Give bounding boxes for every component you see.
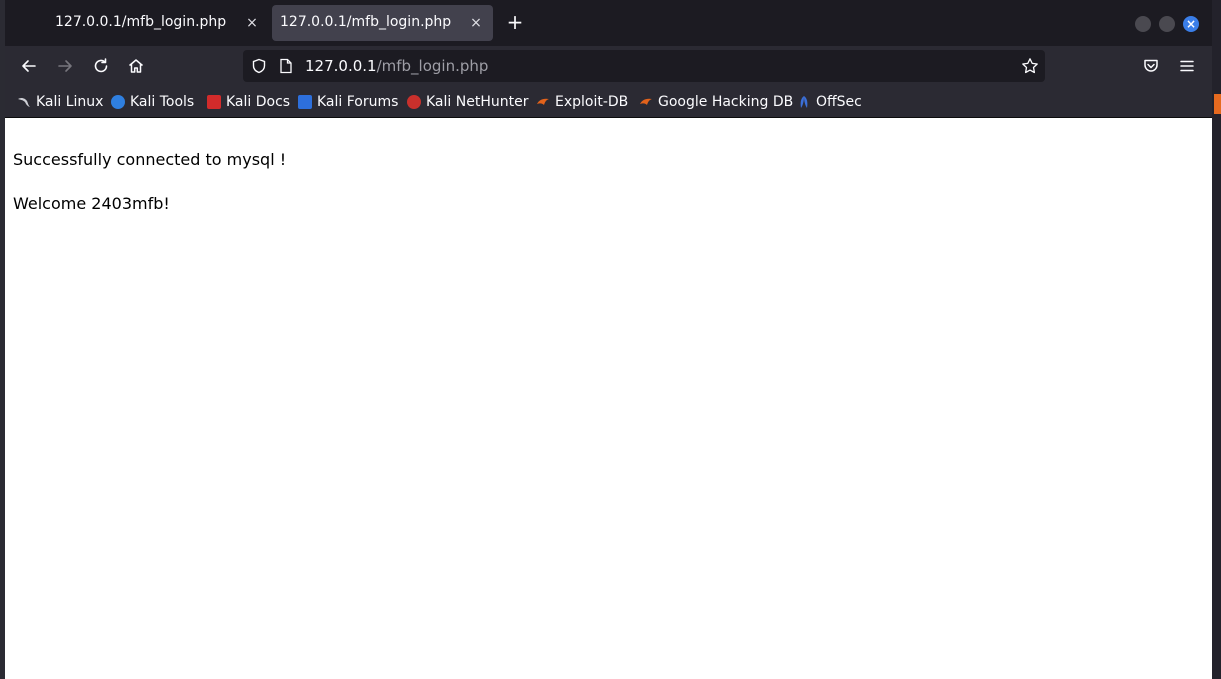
bookmark-kali-nethunter[interactable]: Kali NetHunter [407,92,528,112]
minimize-button[interactable] [1135,16,1151,32]
bookmark-label: Kali NetHunter [426,94,529,110]
bookmark-kali-tools[interactable]: Kali Tools [111,92,194,112]
welcome-text: Welcome 2403mfb! [13,194,170,213]
bookmark-kali-linux[interactable]: Kali Linux [17,92,103,112]
bookmark-label: OffSec [816,94,862,110]
bookmark-kali-forums[interactable]: Kali Forums [298,92,398,112]
app-menu-button[interactable] [1173,52,1201,80]
back-arrow-icon [22,60,36,72]
reload-button[interactable] [87,52,115,80]
desktop-accent [1214,94,1221,114]
forward-button[interactable] [51,52,79,80]
bookmarks-toolbar: Kali Linux Kali Tools Kali Docs Kali For… [5,86,1212,118]
tab-close-icon[interactable]: × [465,12,487,34]
tab-title: 127.0.0.1/mfb_login.php [280,14,452,30]
desktop-edge-right [1212,0,1221,679]
exploit-db-icon [536,95,550,109]
bookmark-exploit-db[interactable]: Exploit-DB [536,92,628,112]
bookmark-label: Kali Tools [130,94,195,110]
pocket-button[interactable] [1137,52,1165,80]
bookmark-label: Kali Linux [36,94,104,110]
pocket-icon [1144,59,1158,72]
nethunter-icon [407,95,421,109]
forward-arrow-icon [58,60,72,72]
tab-1[interactable]: 127.0.0.1/mfb_login.php × [47,5,269,41]
ghdb-icon [639,95,653,109]
page-info-icon[interactable] [279,58,293,74]
address-bar[interactable]: 127.0.0.1/mfb_login.php [243,50,1045,82]
kali-forums-icon [298,95,312,109]
home-icon [129,59,143,73]
connection-status-text: Successfully connected to mysql ! [13,150,287,169]
url-path: /mfb_login.php [376,57,489,75]
tab-strip: 127.0.0.1/mfb_login.php × 127.0.0.1/mfb_… [5,0,1212,46]
kali-dragon-icon [17,95,31,109]
back-button[interactable] [15,52,43,80]
bookmark-star-icon[interactable] [1021,57,1039,75]
bookmark-offsec[interactable]: OffSec [797,92,862,112]
tab-title: 127.0.0.1/mfb_login.php [55,14,227,30]
bookmark-label: Kali Forums [317,94,399,110]
kali-tools-icon [111,95,125,109]
bookmark-google-hacking-db[interactable]: Google Hacking DB [639,92,793,112]
url-host: 127.0.0.1 [305,57,377,75]
page-content: Successfully connected to mysql ! Welcom… [5,118,1212,679]
offsec-icon [797,95,811,109]
navigation-toolbar: 127.0.0.1/mfb_login.php [5,46,1212,86]
bookmark-label: Google Hacking DB [658,94,794,110]
bookmark-label: Exploit-DB [555,94,629,110]
tab-close-icon[interactable]: × [241,12,263,34]
tracking-protection-shield-icon[interactable] [251,58,267,74]
maximize-button[interactable] [1159,16,1175,32]
home-button[interactable] [122,52,150,80]
url-text[interactable]: 127.0.0.1/mfb_login.php [305,57,488,75]
kali-docs-icon [207,95,221,109]
bookmark-label: Kali Docs [226,94,291,110]
hamburger-menu-icon [1180,60,1194,72]
window-close-button[interactable]: × [1183,16,1199,32]
bookmark-kali-docs[interactable]: Kali Docs [207,92,290,112]
new-tab-icon[interactable]: + [504,11,526,33]
reload-icon [94,58,108,73]
tab-2-active[interactable]: 127.0.0.1/mfb_login.php × [272,5,493,41]
